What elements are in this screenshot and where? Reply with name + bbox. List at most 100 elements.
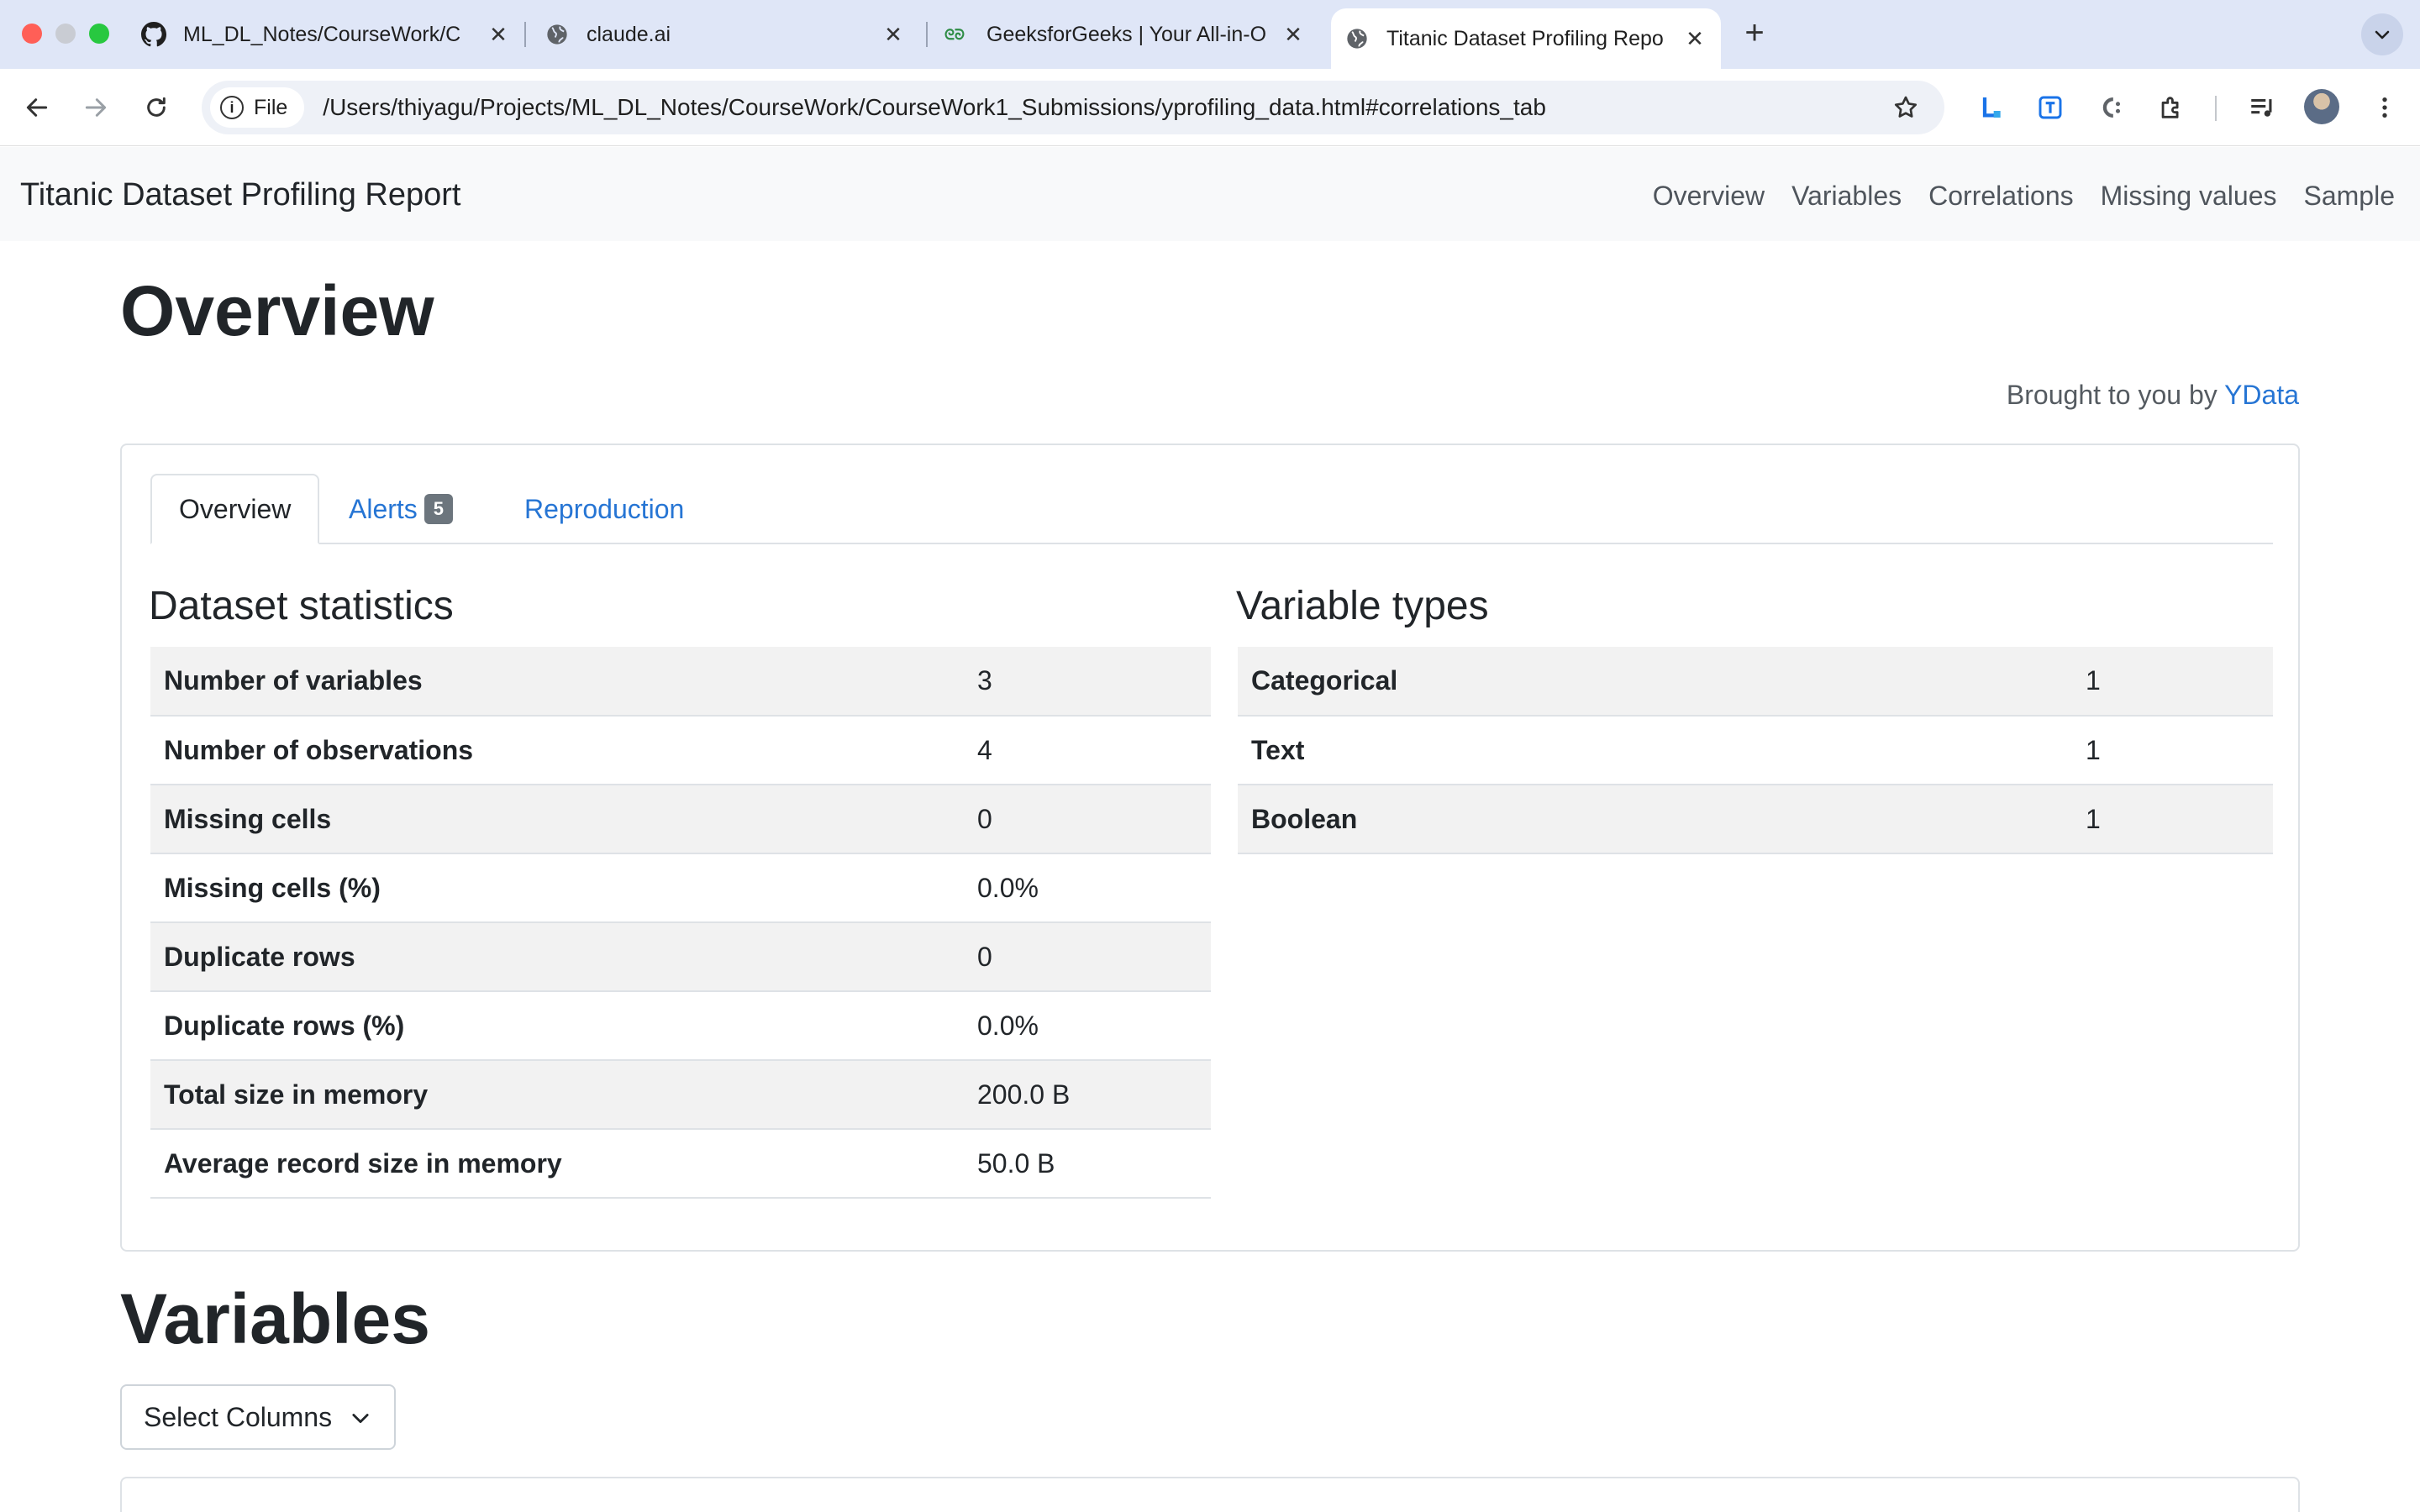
stat-label: Number of observations xyxy=(150,716,977,785)
url-text[interactable]: /Users/thiyagu/Projects/ML_DL_Notes/Cour… xyxy=(323,94,1546,121)
variables-heading: Variables xyxy=(120,1279,430,1358)
address-bar[interactable]: i File /Users/thiyagu/Projects/ML_DL_Not… xyxy=(202,81,1944,134)
report-navbar: Titanic Dataset Profiling Report Overvie… xyxy=(0,147,2420,241)
minimize-window-button[interactable] xyxy=(55,24,76,44)
table-row: Duplicate rows (%) 0.0% xyxy=(150,991,1211,1061)
table-row: Missing cells 0 xyxy=(150,785,1211,854)
arrow-left-icon xyxy=(26,98,48,117)
extension-translate-icon[interactable] xyxy=(2033,91,2067,124)
overview-heading: Overview xyxy=(120,271,434,350)
browser-tab-claude[interactable]: claude.ai ✕ xyxy=(544,10,906,59)
table-row: Number of observations 4 xyxy=(150,716,1211,785)
maximize-window-button[interactable] xyxy=(89,24,109,44)
type-label: Text xyxy=(1238,716,2086,785)
stat-value: 200.0 B xyxy=(977,1060,1211,1130)
tab-alerts-label: Alerts xyxy=(349,493,418,524)
browser-tab-geeksforgeeks[interactable]: ᘓᘐ GeeksforGeeks | Your All-in-O ✕ xyxy=(944,10,1306,59)
brought-prefix: Brought to you by xyxy=(2006,380,2217,410)
select-columns-label: Select Columns xyxy=(144,1401,333,1432)
variables-card xyxy=(120,1477,2300,1512)
overview-card: Overview Alerts 5 Reproduction Dataset s… xyxy=(120,444,2300,1252)
nav-link-sample[interactable]: Sample xyxy=(2304,181,2396,212)
table-row: Total size in memory 200.0 B xyxy=(150,1060,1211,1130)
close-icon[interactable]: ✕ xyxy=(1281,22,1306,47)
tab-title: GeeksforGeeks | Your All-in-O xyxy=(986,22,1267,46)
tab-title: claude.ai xyxy=(587,22,671,46)
nav-link-overview[interactable]: Overview xyxy=(1653,181,1765,212)
stat-label: Duplicate rows (%) xyxy=(150,991,977,1061)
media-controls-icon[interactable] xyxy=(2245,91,2279,124)
github-icon xyxy=(141,22,166,47)
profile-avatar[interactable] xyxy=(2304,89,2339,124)
extension-l-icon[interactable] xyxy=(1975,91,2008,124)
info-icon: i xyxy=(220,96,244,119)
new-tab-button[interactable]: + xyxy=(1738,16,1771,50)
type-count: 1 xyxy=(2086,647,2273,717)
kebab-menu-icon[interactable] xyxy=(2368,91,2402,124)
close-icon[interactable]: ✕ xyxy=(881,22,906,47)
tabs-divider xyxy=(150,543,2273,544)
select-columns-dropdown[interactable]: Select Columns xyxy=(120,1384,396,1450)
close-icon[interactable]: ✕ xyxy=(1682,26,1707,51)
type-count: 1 xyxy=(2086,716,2273,785)
chevron-down-icon xyxy=(2375,30,2390,39)
dataset-statistics-table: Number of variables 3 Number of observati… xyxy=(150,647,1211,1199)
reload-button[interactable] xyxy=(138,89,175,126)
gfg-icon: ᘓᘐ xyxy=(944,22,970,47)
tab-alerts[interactable]: Alerts 5 xyxy=(349,474,454,544)
tab-overview[interactable]: Overview xyxy=(150,474,320,544)
tab-divider xyxy=(524,22,526,47)
back-button[interactable] xyxy=(18,89,55,126)
table-row: Missing cells (%) 0.0% xyxy=(150,853,1211,923)
tab-reproduction[interactable]: Reproduction xyxy=(524,474,684,544)
table-row: Boolean 1 xyxy=(1238,785,2273,854)
type-label: Categorical xyxy=(1238,647,2086,717)
stat-label: Duplicate rows xyxy=(150,922,977,992)
stat-value: 0 xyxy=(977,922,1211,992)
brought-to-you-by: Brought to you by YData xyxy=(2007,380,2299,411)
nav-link-variables[interactable]: Variables xyxy=(1791,181,1902,212)
dataset-statistics-title: Dataset statistics xyxy=(149,584,454,628)
type-count: 1 xyxy=(2086,785,2273,854)
ydata-link[interactable]: YData xyxy=(2224,380,2299,410)
browser-tab-strip: ML_DL_Notes/CourseWork/C ✕ claude.ai ✕ ᘓ… xyxy=(0,0,2420,69)
table-row: Number of variables 3 xyxy=(150,647,1211,717)
tab-title: ML_DL_Notes/CourseWork/C xyxy=(183,22,461,46)
table-row: Text 1 xyxy=(1238,716,2273,785)
browser-toolbar: i File /Users/thiyagu/Projects/ML_DL_Not… xyxy=(0,69,2420,146)
stat-value: 0.0% xyxy=(977,853,1211,923)
tab-divider xyxy=(926,22,928,47)
close-icon[interactable]: ✕ xyxy=(486,22,511,47)
stat-label: Average record size in memory xyxy=(150,1129,977,1199)
report-brand[interactable]: Titanic Dataset Profiling Report xyxy=(20,177,461,213)
extensions-puzzle-icon[interactable] xyxy=(2154,91,2188,124)
tab-reproduction-label: Reproduction xyxy=(524,493,685,524)
tab-title: Titanic Dataset Profiling Repo xyxy=(1386,26,1664,50)
table-row: Categorical 1 xyxy=(1238,647,2273,717)
tab-search-button[interactable] xyxy=(2361,13,2403,55)
type-label: Boolean xyxy=(1238,785,2086,854)
extension-c-icon[interactable] xyxy=(2094,91,2128,124)
nav-link-missing-values[interactable]: Missing values xyxy=(2101,181,2277,212)
variable-types-title: Variable types xyxy=(1236,584,1489,628)
stat-label: Missing cells (%) xyxy=(150,853,977,923)
close-window-button[interactable] xyxy=(22,24,42,44)
forward-button[interactable] xyxy=(77,89,114,126)
chip-label: File xyxy=(254,95,288,119)
alerts-count-badge: 5 xyxy=(424,494,454,524)
browser-tab-titanic-report[interactable]: Titanic Dataset Profiling Repo ✕ xyxy=(1331,8,1721,69)
stat-label: Number of variables xyxy=(150,647,977,717)
variable-types-table: Categorical 1 Text 1 Boolean 1 xyxy=(1238,647,2273,854)
site-info-chip[interactable]: i File xyxy=(210,87,305,128)
report-nav-links: Overview Variables Correlations Missing … xyxy=(1653,181,2395,212)
browser-tab-github[interactable]: ML_DL_Notes/CourseWork/C ✕ xyxy=(141,10,511,59)
bookmark-star-icon[interactable] xyxy=(1892,94,1919,121)
tab-overview-label: Overview xyxy=(179,493,292,524)
globe-icon xyxy=(1344,26,1370,51)
stat-value: 3 xyxy=(977,647,1211,717)
stat-label: Missing cells xyxy=(150,785,977,854)
stat-label: Total size in memory xyxy=(150,1060,977,1130)
globe-icon xyxy=(544,22,570,47)
reload-icon xyxy=(147,97,166,117)
nav-link-correlations[interactable]: Correlations xyxy=(1928,181,2074,212)
